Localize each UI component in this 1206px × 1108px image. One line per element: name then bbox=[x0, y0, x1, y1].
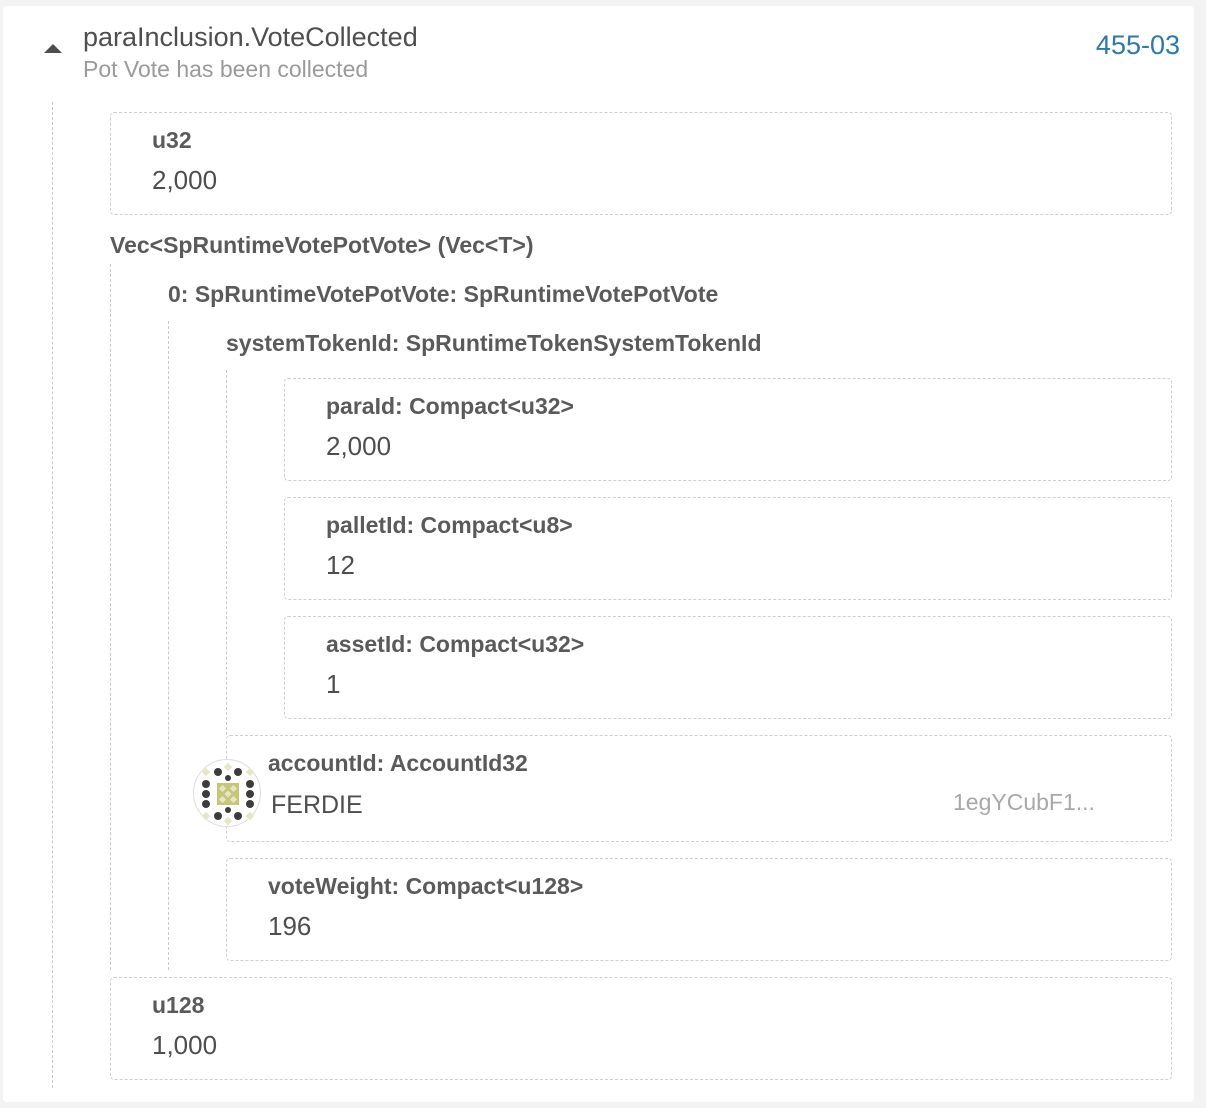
param-u32-box bbox=[110, 112, 1172, 215]
vote-weight-value: 196 bbox=[268, 911, 312, 941]
param-u128-label: u128 bbox=[152, 992, 205, 1018]
param-u32-label: u32 bbox=[152, 127, 192, 153]
identicon-icon[interactable] bbox=[193, 759, 261, 827]
param-u128-box bbox=[110, 977, 1172, 1080]
param-vec-label: Vec<SpRuntimeVotePotVote> (Vec<T>) bbox=[110, 232, 534, 258]
pallet-id-value: 12 bbox=[326, 550, 355, 580]
account-address[interactable]: 1egYCubF1... bbox=[953, 789, 1095, 816]
tree-guide-token bbox=[226, 370, 227, 735]
account-id-label: accountId: AccountId32 bbox=[268, 750, 528, 776]
caret-up-icon[interactable] bbox=[44, 44, 62, 53]
param-u32-value: 2,000 bbox=[152, 165, 218, 195]
tree-guide-outer bbox=[52, 102, 53, 1088]
tree-guide-item bbox=[168, 321, 169, 970]
param-u128-value: 1,000 bbox=[152, 1030, 218, 1060]
block-link[interactable]: 455-03 bbox=[1096, 30, 1180, 61]
para-id-value: 2,000 bbox=[326, 431, 392, 461]
asset-id-label: assetId: Compact<u32> bbox=[326, 631, 585, 657]
pallet-id-label: palletId: Compact<u8> bbox=[326, 512, 573, 538]
system-token-id-label: systemTokenId: SpRuntimeTokenSystemToken… bbox=[226, 330, 762, 356]
para-id-label: paraId: Compact<u32> bbox=[326, 393, 574, 419]
vec-item-0-label: 0: SpRuntimeVotePotVote: SpRuntimeVotePo… bbox=[168, 281, 719, 307]
event-title: paraInclusion.VoteCollected bbox=[83, 22, 418, 52]
asset-id-value: 1 bbox=[326, 669, 341, 699]
tree-guide-vec bbox=[110, 264, 111, 970]
vote-weight-label: voteWeight: Compact<u128> bbox=[268, 873, 584, 899]
event-description: Pot Vote has been collected bbox=[83, 56, 369, 82]
account-name[interactable]: FERDIE bbox=[271, 791, 363, 820]
